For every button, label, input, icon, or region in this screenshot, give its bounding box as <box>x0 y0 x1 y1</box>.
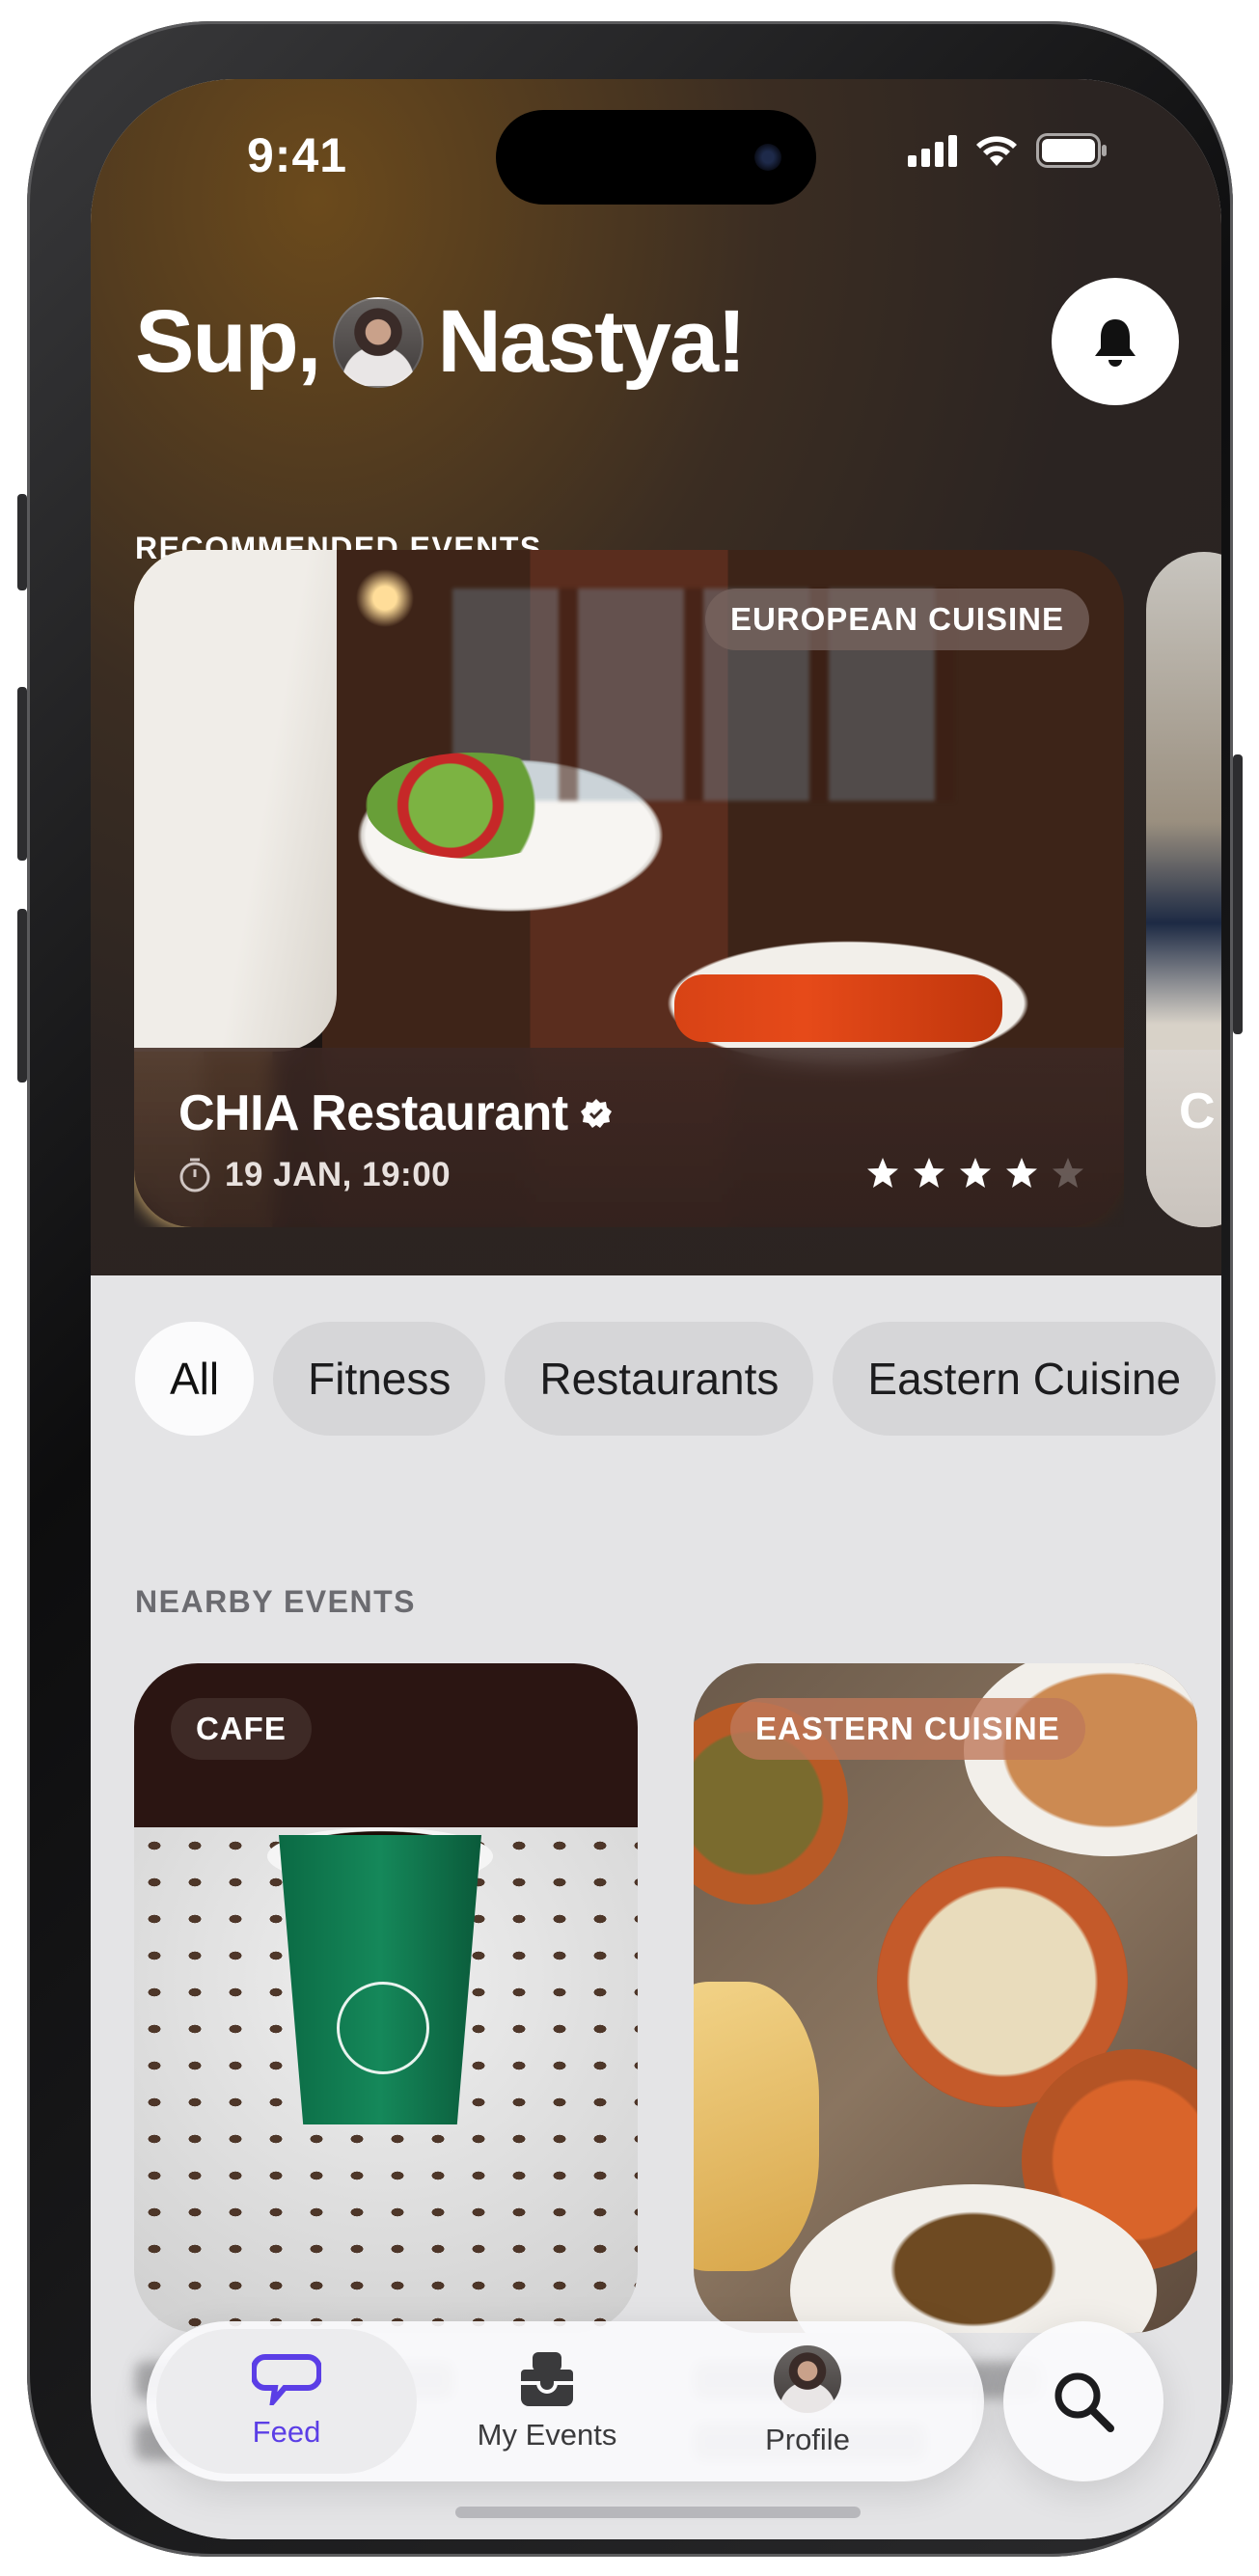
tab-feed[interactable]: Feed <box>156 2329 417 2474</box>
cup-logo <box>337 1982 429 2074</box>
event-datetime: 19 JAN, 19:00 <box>178 1156 451 1194</box>
battery-icon <box>1036 133 1108 168</box>
filter-chip[interactable]: All <box>135 1322 255 1436</box>
event-rating <box>865 1156 1085 1191</box>
event-category-tag: EASTERN CUISINE <box>730 1698 1085 1760</box>
recommended-event-card[interactable]: EUROPEAN CUISINE CHIA Restaurant 19 JAN,… <box>134 550 1124 1227</box>
nearby-section-label: NEARBY EVENTS <box>135 1584 416 1619</box>
volume-down-button <box>17 909 27 1082</box>
event-datetime-text: 19 JAN, 19:00 <box>225 1156 452 1193</box>
star-icon <box>960 1158 991 1188</box>
chat-bubble-icon <box>252 2354 321 2405</box>
star-icon <box>914 1158 944 1188</box>
status-time: 9:41 <box>247 128 348 182</box>
star-icon <box>1006 1158 1037 1188</box>
volume-up-button <box>17 687 27 861</box>
recommended-event-card-next[interactable]: C <box>1146 552 1221 1227</box>
nearby-event-card-cafe[interactable]: CAFE <box>134 1663 638 2333</box>
dynamic-island <box>496 110 816 205</box>
tab-feed-label: Feed <box>252 2415 321 2449</box>
next-card-title: C <box>1179 1083 1216 1139</box>
user-avatar[interactable] <box>333 296 424 388</box>
coffee-cup <box>279 1835 481 2124</box>
status-bar: 9:41 <box>91 79 1221 224</box>
event-name: CHIA Restaurant <box>178 1085 568 1141</box>
inbox-icon <box>521 2352 573 2406</box>
phone-frame: 9:41 Sup, Nastya! RECOMMENDED EVENTS EUR… <box>17 21 1243 2557</box>
category-filter-chips: All Fitness Restaurants Eastern Cuisine <box>135 1322 1217 1436</box>
timer-icon <box>179 1158 210 1192</box>
tab-my-events-label: My Events <box>477 2418 617 2452</box>
greeting-prefix: Sup, <box>135 292 321 391</box>
status-icons <box>908 133 1108 168</box>
camera-icon <box>754 144 781 171</box>
event-category-tag: CAFE <box>171 1698 312 1760</box>
search-icon <box>1054 2372 1114 2432</box>
search-button[interactable] <box>1003 2321 1163 2481</box>
cellular-signal-icon <box>908 134 957 167</box>
filter-chip[interactable]: Eastern Cuisine <box>833 1322 1217 1436</box>
event-info-panel: CHIA Restaurant 19 JAN, 19:00 <box>134 1048 1124 1227</box>
tab-my-events[interactable]: My Events <box>417 2329 677 2474</box>
nearby-event-card-eastern[interactable]: EASTERN CUISINE <box>694 1663 1197 2333</box>
tab-profile-label: Profile <box>765 2423 850 2456</box>
event-category-tag: EUROPEAN CUISINE <box>704 589 1089 650</box>
tab-profile[interactable]: Profile <box>677 2329 938 2474</box>
filter-chip[interactable]: Restaurants <box>505 1322 814 1436</box>
notifications-button[interactable] <box>1052 278 1179 405</box>
home-indicator[interactable] <box>455 2507 861 2518</box>
wifi-icon <box>974 134 1019 167</box>
filter-chip[interactable]: Fitness <box>273 1322 486 1436</box>
screen: 9:41 Sup, Nastya! RECOMMENDED EVENTS EUR… <box>91 79 1221 2539</box>
event-title: CHIA Restaurant <box>178 1084 613 1142</box>
star-icon <box>867 1158 898 1188</box>
star-icon <box>1053 1158 1083 1188</box>
verified-icon <box>580 1099 612 1128</box>
greeting-name: Nastya! <box>437 292 746 391</box>
power-button <box>1233 754 1243 1034</box>
bell-icon <box>1095 319 1136 367</box>
avatar <box>774 2345 841 2413</box>
greeting: Sup, Nastya! <box>135 291 747 393</box>
action-button <box>17 494 27 590</box>
tab-bar: Feed My Events Profile <box>147 2321 984 2481</box>
